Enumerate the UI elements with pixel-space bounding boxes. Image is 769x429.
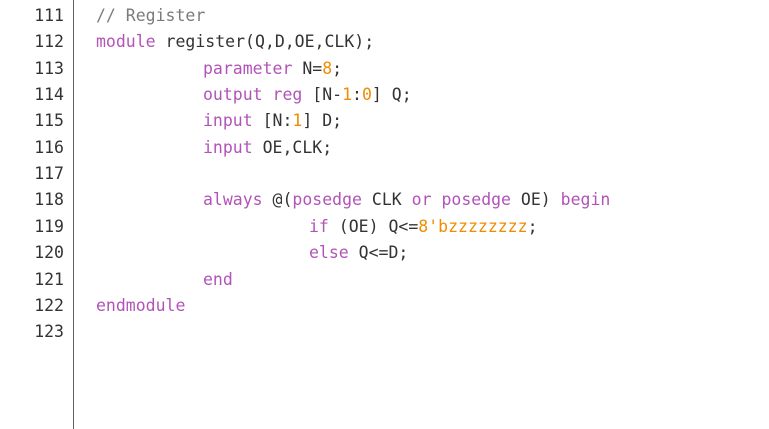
keyword-token: input	[203, 137, 253, 157]
code-line[interactable]: 120 else Q<=D;	[0, 240, 769, 266]
keyword-token: or	[411, 190, 432, 210]
line-number: 114	[34, 85, 64, 105]
plain-token: ;	[332, 58, 343, 78]
keyword-token: endmodule	[96, 295, 186, 315]
plain-token: OE)	[511, 190, 561, 210]
keyword-token: output	[203, 85, 263, 105]
keyword-token: always	[203, 190, 263, 210]
number-token: 0	[361, 85, 372, 105]
plain-token: OE,CLK;	[252, 137, 333, 157]
plain-token: [N:	[252, 111, 293, 131]
plain-token: ] Q;	[371, 85, 412, 105]
plain-token: CLK	[361, 190, 412, 210]
keyword-token: else	[309, 243, 349, 263]
code-text[interactable]: endmodule	[96, 293, 185, 319]
plain-token: (OE) Q<=	[328, 216, 419, 236]
code-text[interactable]: module register(Q,D,OE,CLK);	[96, 29, 374, 55]
plain-token: ;	[527, 216, 538, 236]
code-line[interactable]: 114 output reg [N-1:0] Q;	[0, 82, 769, 108]
code-text[interactable]: input OE,CLK;	[203, 135, 332, 161]
line-number: 112	[34, 32, 64, 52]
line-number: 115	[34, 111, 64, 131]
code-line[interactable]: 115 input [N:1] D;	[0, 108, 769, 134]
plain-token: @(	[262, 190, 293, 210]
keyword-token: posedge	[292, 190, 362, 210]
plain-token: register(Q,D,OE,CLK);	[155, 32, 375, 52]
line-number: 121	[34, 269, 64, 289]
keyword-token: reg	[272, 85, 303, 105]
plain-token: Q<=D;	[348, 243, 409, 263]
code-line[interactable]: 123	[0, 319, 769, 345]
code-text[interactable]: end	[203, 267, 233, 293]
number-token: 1	[292, 111, 303, 131]
code-editor[interactable]: 111 // Register 112 module register(Q,D,OE,…	[0, 0, 769, 429]
plain-token: :	[352, 85, 362, 105]
code-line[interactable]: 121 end	[0, 267, 769, 293]
line-number: 122	[34, 295, 64, 315]
code-line[interactable]: 117	[0, 161, 769, 187]
number-token: 8	[322, 58, 333, 78]
line-number: 113	[34, 58, 64, 78]
plain-token: [N-	[302, 85, 343, 105]
plain-token: N=	[292, 58, 323, 78]
line-number: 116	[34, 137, 64, 157]
code-text[interactable]: always @(posedge CLK or posedge OE) begi…	[203, 187, 610, 213]
code-text[interactable]: if (OE) Q<=8'bzzzzzzzz;	[309, 214, 538, 240]
code-text[interactable]: else Q<=D;	[309, 240, 408, 266]
line-number: 123	[34, 322, 64, 342]
code-line[interactable]: 113 parameter N=8;	[0, 56, 769, 82]
code-line[interactable]: 122 endmodule	[0, 293, 769, 319]
code-text[interactable]: parameter N=8;	[203, 56, 342, 82]
line-number: 111	[34, 6, 64, 25]
code-text[interactable]: // Register	[96, 3, 205, 29]
code-line[interactable]: 118 always @(posedge CLK or posedge OE) b…	[0, 187, 769, 213]
line-number: 117	[34, 164, 64, 184]
code-text[interactable]: input [N:1] D;	[203, 108, 342, 134]
line-number: 119	[34, 216, 64, 236]
line-number: 120	[34, 243, 64, 263]
keyword-token: begin	[560, 190, 611, 210]
comment-token: // Register	[96, 6, 206, 25]
plain-token: ] D;	[302, 111, 343, 131]
keyword-token: parameter	[203, 58, 293, 78]
code-line[interactable]: 111 // Register	[0, 3, 769, 29]
keyword-token: end	[203, 269, 233, 289]
keyword-token: input	[203, 111, 253, 131]
code-text[interactable]: output reg [N-1:0] Q;	[203, 82, 412, 108]
keyword-token: module	[96, 32, 156, 52]
code-line[interactable]: 116 input OE,CLK;	[0, 135, 769, 161]
line-number: 118	[34, 190, 64, 210]
number-token: 1	[342, 85, 353, 105]
keyword-token: if	[309, 216, 329, 236]
number-token: 8'bzzzzzzzz	[418, 216, 528, 236]
code-line[interactable]: 112 module register(Q,D,OE,CLK);	[0, 29, 769, 55]
keyword-token: posedge	[441, 190, 511, 210]
code-line[interactable]: 119 if (OE) Q<=8'bzzzzzzzz;	[0, 214, 769, 240]
